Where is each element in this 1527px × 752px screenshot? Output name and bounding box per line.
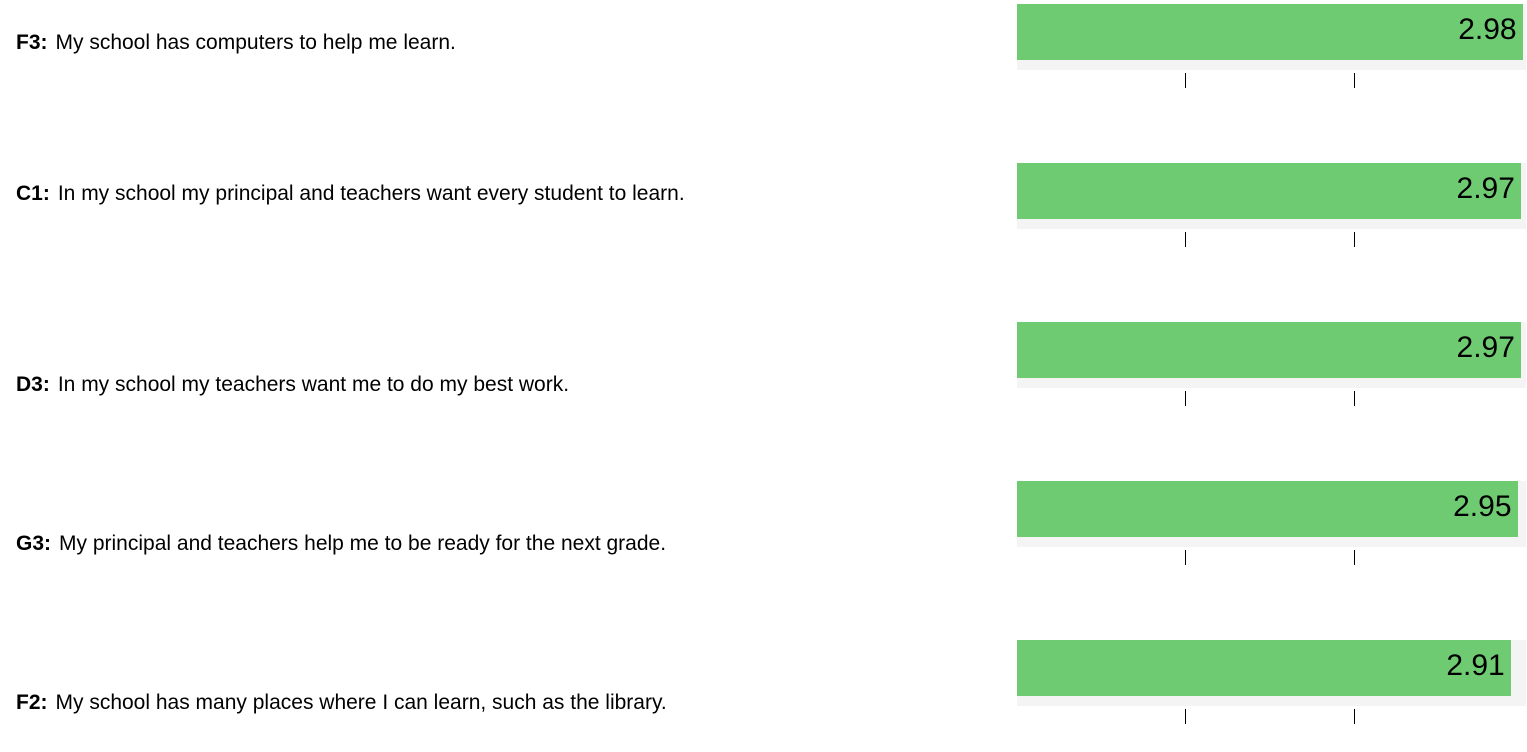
bar-track: 2.98 xyxy=(1017,4,1526,88)
bar: 2.97 xyxy=(1017,163,1521,219)
bar: 2.95 xyxy=(1017,481,1518,537)
item-label: C1: In my school my principal and teacher… xyxy=(16,182,896,205)
bar-track: 2.97 xyxy=(1017,163,1526,247)
item-code: F2: xyxy=(16,691,48,714)
axis-tick xyxy=(1185,73,1186,88)
item-code: G3: xyxy=(16,532,52,555)
axis-tick xyxy=(1185,709,1186,724)
item-label: G3: My principal and teachers help me to … xyxy=(16,532,896,555)
bar-value-label: 2.98 xyxy=(1458,13,1517,46)
axis-tick xyxy=(1354,391,1355,406)
item-text: My principal and teachers help me to be … xyxy=(59,532,667,555)
axis-tick xyxy=(1185,391,1186,406)
bar: 2.98 xyxy=(1017,4,1523,60)
bar-value-label: 2.95 xyxy=(1453,490,1512,523)
item-text: My school has many places where I can le… xyxy=(55,691,667,714)
item-label: F2: My school has many places where I can… xyxy=(16,691,896,714)
bar: 2.91 xyxy=(1017,640,1511,696)
bar-track: 2.97 xyxy=(1017,322,1526,406)
axis-tick xyxy=(1185,232,1186,247)
item-text: My school has computers to help me learn… xyxy=(55,31,456,54)
chart-row: D3: In my school my teachers want me to d… xyxy=(0,322,1527,434)
bar-value-label: 2.91 xyxy=(1446,649,1505,682)
bar: 2.97 xyxy=(1017,322,1521,378)
item-label: D3: In my school my teachers want me to d… xyxy=(16,373,896,396)
axis-tick xyxy=(1354,232,1355,247)
item-text: In my school my principal and teachers w… xyxy=(57,182,685,205)
bar-value-label: 2.97 xyxy=(1456,172,1515,205)
bar-value-label: 2.97 xyxy=(1456,331,1515,364)
chart-row: C1: In my school my principal and teacher… xyxy=(0,163,1527,275)
survey-bar-chart: F3: My school has computers to help me le… xyxy=(0,0,1527,724)
axis-tick xyxy=(1354,709,1355,724)
axis-tick xyxy=(1185,550,1186,565)
chart-row: F2: My school has many places where I can… xyxy=(0,640,1527,752)
item-code: C1: xyxy=(16,182,50,205)
axis-tick xyxy=(1354,550,1355,565)
item-code: D3: xyxy=(16,373,50,396)
chart-row: G3: My principal and teachers help me to … xyxy=(0,481,1527,593)
chart-row: F3: My school has computers to help me le… xyxy=(0,4,1527,116)
item-label: F3: My school has computers to help me le… xyxy=(16,31,896,54)
bar-track: 2.91 xyxy=(1017,640,1526,724)
item-text: In my school my teachers want me to do m… xyxy=(57,373,570,396)
item-code: F3: xyxy=(16,31,48,54)
axis-tick xyxy=(1354,73,1355,88)
bar-track: 2.95 xyxy=(1017,481,1526,565)
